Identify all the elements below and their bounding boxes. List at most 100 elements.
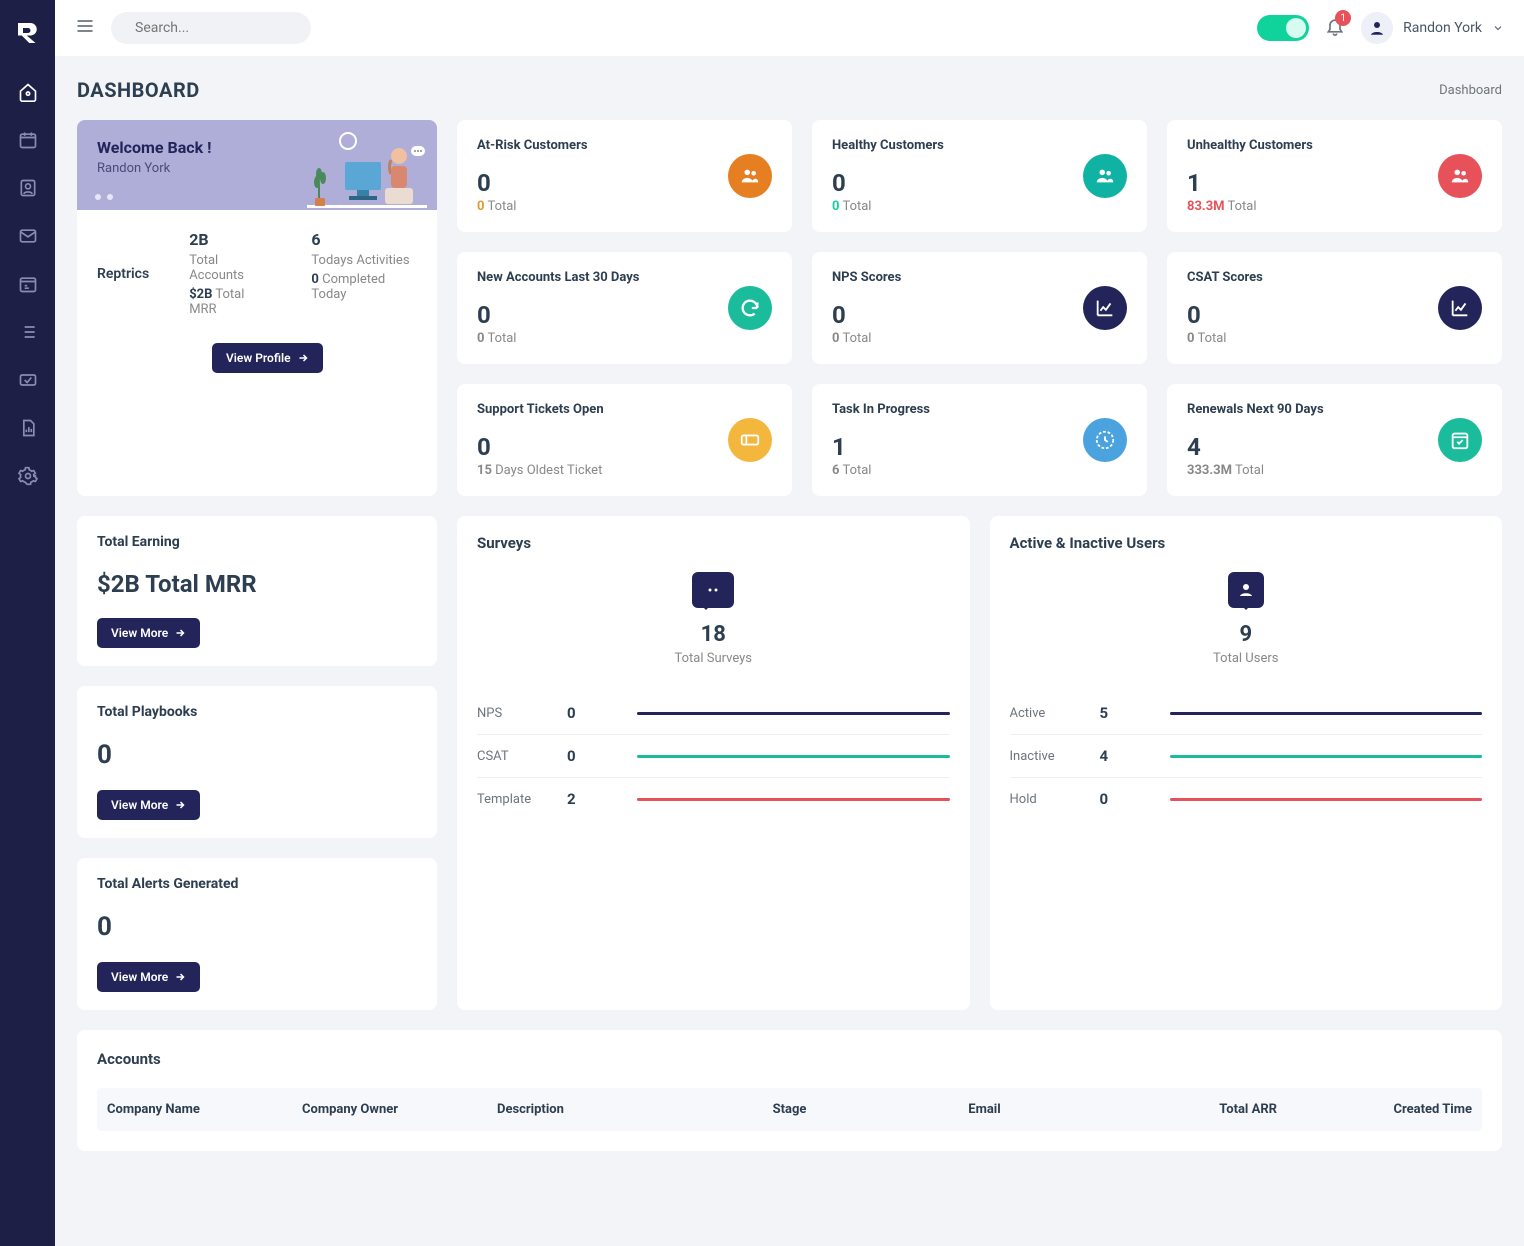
accounts-header-cell[interactable]: Total ARR <box>1082 1102 1277 1117</box>
row-bar <box>637 712 950 715</box>
user-pin-icon <box>1228 572 1264 608</box>
alerts-amount: 0 <box>97 912 417 942</box>
total-playbooks-card: Total Playbooks 0 View More <box>77 686 437 838</box>
earning-amount: $2B Total MRR <box>97 570 417 598</box>
stat-sub: 333.3M Total <box>1187 463 1324 478</box>
row-value: 4 <box>1100 747 1170 765</box>
menu-toggle-button[interactable] <box>75 16 95 40</box>
stat-value: 4 <box>1187 433 1324 461</box>
row-label: NPS <box>477 706 567 721</box>
summary-row: CSAT 0 <box>477 734 950 777</box>
chat-icon <box>692 572 734 608</box>
stat-value: 1 <box>1187 169 1313 197</box>
earning-view-more-button[interactable]: View More <box>97 618 200 648</box>
theme-toggle[interactable] <box>1257 15 1309 41</box>
arrow-right-icon <box>297 352 309 364</box>
accounts-table-header: Company NameCompany OwnerDescriptionStag… <box>97 1088 1482 1131</box>
nav-schedule[interactable] <box>8 264 48 304</box>
row-label: Inactive <box>1010 749 1100 764</box>
nav-contacts[interactable] <box>8 168 48 208</box>
playbooks-title: Total Playbooks <box>97 704 417 720</box>
chart-icon <box>1438 286 1482 330</box>
stat-card-support-tickets-open: Support Tickets Open 0 15 Days Oldest Ti… <box>457 384 792 496</box>
welcome-card: Welcome Back ! Randon York <box>77 120 437 496</box>
users-title: Active & Inactive Users <box>1010 534 1483 552</box>
banner-dots-icon <box>95 194 113 200</box>
row-label: Template <box>477 792 567 807</box>
stat-card-healthy-customers: Healthy Customers 0 0 Total <box>812 120 1147 232</box>
row-bar <box>1170 798 1483 801</box>
nav-reports[interactable] <box>8 408 48 448</box>
ticket-icon <box>728 418 772 462</box>
stat-card-at-risk-customers: At-Risk Customers 0 0 Total <box>457 120 792 232</box>
stat-card-nps-scores: NPS Scores 0 0 Total <box>812 252 1147 364</box>
stat-title: Renewals Next 90 Days <box>1187 402 1324 417</box>
total-alerts-card: Total Alerts Generated 0 View More <box>77 858 437 1010</box>
view-profile-button[interactable]: View Profile <box>212 343 323 373</box>
stat-title: Support Tickets Open <box>477 402 604 417</box>
earning-title: Total Earning <box>97 534 417 550</box>
row-bar <box>1170 712 1483 715</box>
nav-mail[interactable] <box>8 216 48 256</box>
row-value: 0 <box>567 704 637 722</box>
accounts-header-cell[interactable]: Description <box>497 1102 692 1117</box>
stat-sub: 0 Total <box>477 331 639 346</box>
welcome-activities-stat: 6 Todays Activities 0 Completed Today <box>311 230 417 317</box>
accounts-header-cell[interactable]: Company Owner <box>302 1102 497 1117</box>
user-menu[interactable]: Randon York <box>1361 12 1504 44</box>
accounts-card: Accounts Company NameCompany OwnerDescri… <box>77 1030 1502 1151</box>
stat-card-renewals-next-90-days: Renewals Next 90 Days 4 333.3M Total <box>1167 384 1502 496</box>
nav-calendar[interactable] <box>8 120 48 160</box>
search-input[interactable] <box>135 20 313 36</box>
stat-title: NPS Scores <box>832 270 901 285</box>
calendar-icon <box>1438 418 1482 462</box>
breadcrumb[interactable]: Dashboard <box>1439 83 1502 98</box>
nav-list[interactable] <box>8 312 48 352</box>
users-card: Active & Inactive Users 9 Total Users Ac… <box>990 516 1503 1010</box>
search-wrap[interactable] <box>111 12 311 44</box>
surveys-total: 18 <box>477 622 950 647</box>
users-icon <box>1438 154 1482 198</box>
alerts-title: Total Alerts Generated <box>97 876 417 892</box>
accounts-header-cell[interactable]: Stage <box>692 1102 887 1117</box>
playbooks-view-more-button[interactable]: View More <box>97 790 200 820</box>
chart-icon <box>1083 286 1127 330</box>
arrow-right-icon <box>174 971 186 983</box>
accounts-title: Accounts <box>97 1050 1482 1068</box>
stat-sub: 83.3M Total <box>1187 199 1313 214</box>
summary-row: NPS 0 <box>477 692 950 734</box>
row-value: 2 <box>567 790 637 808</box>
row-bar <box>1170 755 1483 758</box>
stat-value: 0 <box>1187 301 1263 329</box>
clock-icon <box>1083 418 1127 462</box>
welcome-illustration <box>307 140 427 210</box>
row-label: Hold <box>1010 792 1100 807</box>
stat-title: CSAT Scores <box>1187 270 1263 285</box>
stat-card-task-in-progress: Task In Progress 1 6 Total <box>812 384 1147 496</box>
summary-row: Hold 0 <box>1010 777 1483 820</box>
notifications-button[interactable]: 1 <box>1325 16 1345 40</box>
surveys-card: Surveys 18 Total Surveys NPS 0 CSAT 0 Te… <box>457 516 970 1010</box>
app-logo <box>13 18 43 48</box>
accounts-header-cell[interactable]: Company Name <box>107 1102 302 1117</box>
stat-sub: 6 Total <box>832 463 930 478</box>
alerts-view-more-button[interactable]: View More <box>97 962 200 992</box>
arrow-right-icon <box>174 627 186 639</box>
nav-home[interactable] <box>8 72 48 112</box>
nav-settings[interactable] <box>8 456 48 496</box>
row-label: Active <box>1010 706 1100 721</box>
accounts-header-cell[interactable]: Email <box>887 1102 1082 1117</box>
row-bar <box>637 798 950 801</box>
stat-card-new-accounts-last-30-days: New Accounts Last 30 Days 0 0 Total <box>457 252 792 364</box>
arrow-right-icon <box>174 799 186 811</box>
topbar: 1 Randon York <box>55 0 1524 56</box>
playbooks-amount: 0 <box>97 740 417 770</box>
welcome-accounts-stat: 2B Total Accounts $2B Total MRR <box>189 230 271 317</box>
nav-inbox-check[interactable] <box>8 360 48 400</box>
stat-title: Unhealthy Customers <box>1187 138 1313 153</box>
stat-value: 1 <box>832 433 930 461</box>
accounts-header-cell[interactable]: Created Time <box>1277 1102 1472 1117</box>
row-value: 0 <box>1100 790 1170 808</box>
stat-value: 0 <box>477 169 588 197</box>
summary-row: Template 2 <box>477 777 950 820</box>
